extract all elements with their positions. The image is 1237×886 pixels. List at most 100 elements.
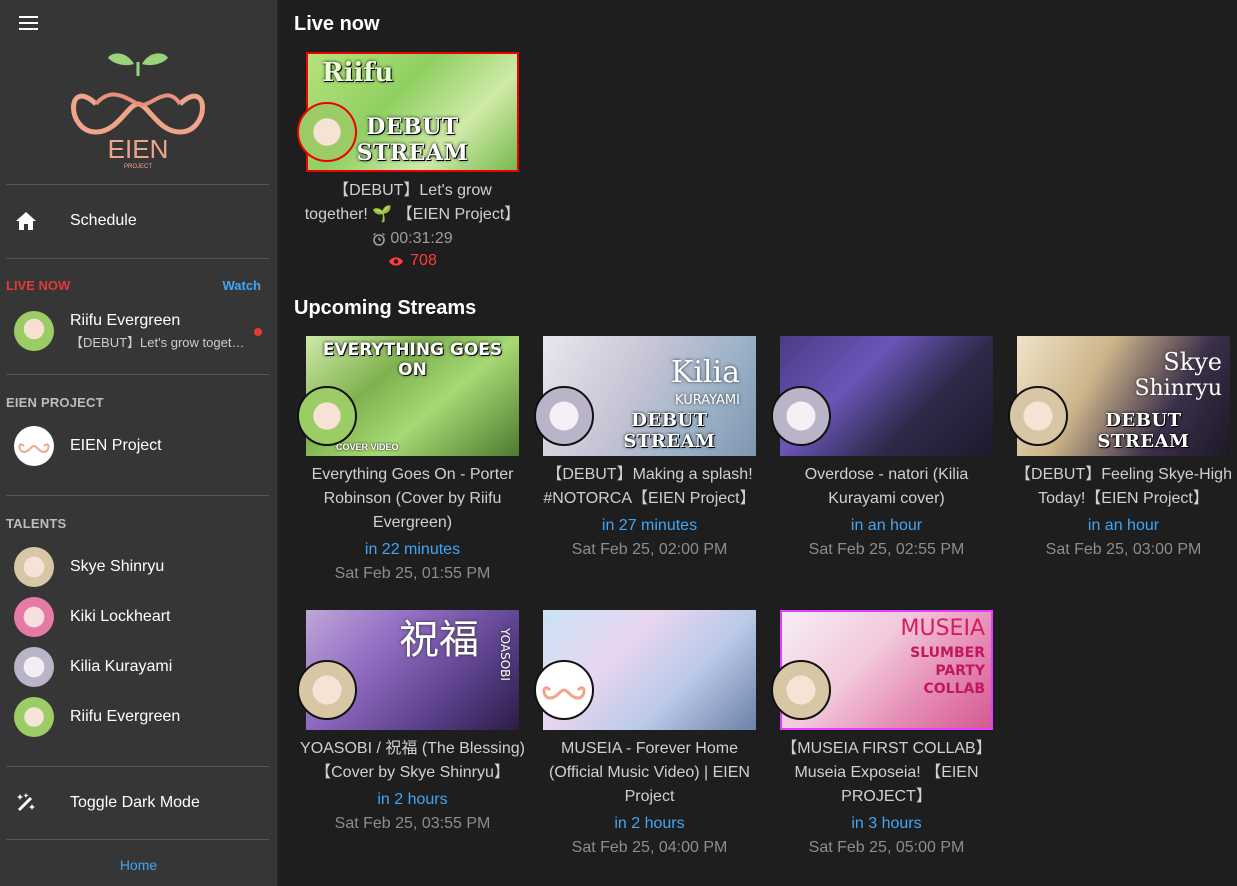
nav-schedule[interactable]: Schedule	[0, 197, 277, 245]
toggle-dark-mode[interactable]: Toggle Dark Mode	[0, 779, 277, 827]
stream-relative-time: in an hour	[850, 517, 923, 534]
sidebar-item-kilia-kurayami[interactable]: Kilia Kurayami	[0, 642, 277, 692]
upcoming-stream-card[interactable]: Overdose - natori (Kilia Kurayami cover)…	[768, 336, 1005, 562]
sidebar-item-label: Kilia Kurayami	[70, 658, 173, 675]
upcoming-stream-card[interactable]: Kilia KURAYAMI DEBUT STREAM 【DEBUT】Makin…	[531, 336, 768, 562]
stream-thumbnail[interactable]: Kilia KURAYAMI DEBUT STREAM	[534, 336, 756, 456]
watch-link[interactable]: Watch	[222, 278, 261, 293]
stream-date: Sat Feb 25, 05:00 PM	[808, 839, 965, 856]
avatar	[14, 697, 54, 737]
upcoming-stream-card[interactable]: Skye Shinryu DEBUT STREAM 【DEBUT】Feeling…	[1005, 336, 1237, 562]
stream-thumbnail[interactable]	[534, 610, 756, 730]
divider	[6, 258, 269, 259]
divider	[6, 374, 269, 375]
stream-thumbnail[interactable]: Skye Shinryu DEBUT STREAM	[1008, 336, 1230, 456]
stream-title: MUSEIA - Forever Home (Official Music Vi…	[549, 740, 750, 805]
live-channel-item[interactable]: Riifu Evergreen 【DEBUT】Let's grow togeth…	[0, 306, 277, 356]
live-now-title: Live now	[294, 13, 380, 35]
sidebar-item-label: Skye Shinryu	[70, 558, 165, 575]
duration-value: 00:31:29	[390, 230, 453, 247]
sidebar-item-label: Riifu Evergreen	[70, 708, 181, 725]
viewer-count-value: 708	[410, 252, 437, 269]
upcoming-stream-card[interactable]: EVERYTHING GOES ON COVER VIDEO Everythin…	[294, 336, 531, 586]
channel-avatar[interactable]	[534, 660, 594, 720]
stream-title: Overdose - natori (Kilia Kurayami cover)	[804, 466, 969, 507]
thumbnail-caption: DEBUT STREAM	[1097, 410, 1190, 452]
thumbnail-title: Riifu	[322, 58, 394, 88]
channel-avatar[interactable]	[1008, 386, 1068, 446]
sidebar-item-label: Kiki Lockheart	[70, 608, 171, 625]
upcoming-streams-title: Upcoming Streams	[294, 297, 477, 319]
thumbnail-caption: DEBUT STREAM	[623, 410, 716, 452]
upcoming-stream-card[interactable]: MUSEIA SLUMBER PARTY COLLAB 【MUSEIA FIRS…	[768, 610, 1005, 860]
live-stream-card[interactable]: Riifu DEBUT STREAM 【DEBUT】Let's grow tog…	[294, 52, 531, 270]
home-icon	[0, 211, 70, 231]
stream-date: Sat Feb 25, 04:00 PM	[571, 839, 728, 856]
stream-duration: 00:31:29	[294, 230, 531, 248]
stream-date: Sat Feb 25, 02:00 PM	[571, 541, 728, 558]
stream-thumbnail[interactable]: MUSEIA SLUMBER PARTY COLLAB	[771, 610, 993, 730]
stream-thumbnail[interactable]	[771, 336, 993, 456]
sidebar-item-kiki-lockheart[interactable]: Kiki Lockheart	[0, 592, 277, 642]
upcoming-stream-card[interactable]: MUSEIA - Forever Home (Official Music Vi…	[531, 610, 768, 860]
eye-icon	[389, 256, 404, 266]
stream-relative-time: in an hour	[1087, 517, 1160, 534]
logo-text: EIEN	[108, 134, 169, 164]
stream-title: 【DEBUT】Feeling Skye-High Today!【EIEN Pro…	[1015, 466, 1232, 507]
live-indicator-icon	[254, 328, 262, 336]
home-link[interactable]: Home	[0, 857, 277, 873]
channel-avatar[interactable]	[297, 102, 357, 162]
hamburger-menu-icon[interactable]	[14, 10, 44, 36]
channel-avatar[interactable]	[771, 660, 831, 720]
logo-subtext: PROJECT	[124, 164, 152, 170]
stream-title: Everything Goes On - Porter Robinson (Co…	[311, 466, 514, 531]
live-now-header: LIVE NOW	[6, 278, 71, 293]
sidebar-item-skye-shinryu[interactable]: Skye Shinryu	[0, 542, 277, 592]
upcoming-stream-card[interactable]: 祝福 YOASOBI YOASOBI / 祝福 (The Blessing)【C…	[294, 610, 531, 836]
nav-schedule-label: Schedule	[70, 212, 137, 229]
channel-avatar[interactable]	[534, 386, 594, 446]
sidebar-item-eien-project[interactable]: EIEN Project	[0, 421, 277, 471]
stream-relative-time: in 22 minutes	[364, 541, 461, 558]
thumbnail-side-subtitle: SLUMBER PARTY COLLAB	[910, 645, 985, 698]
eien-project-header: EIEN PROJECT	[6, 395, 104, 410]
thumbnail-side-subtitle: KURAYAMI	[675, 393, 740, 408]
avatar	[14, 597, 54, 637]
avatar	[14, 547, 54, 587]
stream-title: 【DEBUT】Making a splash! #NOTORCA【EIEN Pr…	[543, 466, 756, 507]
avatar	[14, 426, 54, 466]
thumbnail-side-subtitle: YOASOBI	[498, 628, 512, 681]
sidebar-item-riifu-evergreen[interactable]: Riifu Evergreen	[0, 692, 277, 742]
talents-header: TALENTS	[6, 516, 67, 531]
thumbnail-side-title: Kilia	[670, 355, 740, 390]
channel-avatar[interactable]	[297, 386, 357, 446]
divider	[6, 839, 269, 840]
sidebar: EIEN PROJECT Schedule LIVE NOW Watch Rii…	[0, 0, 278, 886]
stream-date: Sat Feb 25, 03:55 PM	[334, 815, 491, 832]
stream-relative-time: in 2 hours	[377, 791, 448, 808]
channel-avatar[interactable]	[297, 660, 357, 720]
stream-date: Sat Feb 25, 01:55 PM	[334, 565, 491, 582]
stream-thumbnail[interactable]: Riifu DEBUT STREAM	[297, 52, 519, 172]
live-channel-name: Riifu Evergreen	[70, 311, 181, 329]
app: EIEN PROJECT Schedule LIVE NOW Watch Rii…	[0, 0, 1237, 886]
magic-wand-icon	[0, 792, 70, 814]
stream-relative-time: in 3 hours	[851, 815, 922, 832]
thumbnail-title: EVERYTHING GOES ON	[322, 340, 503, 380]
thumbnail-side-title: Skye	[1163, 348, 1222, 376]
channel-avatar[interactable]	[771, 386, 831, 446]
live-channel-title: 【DEBUT】Let's grow together! 🌱 【EIEN Proj…	[70, 334, 246, 350]
divider	[6, 184, 269, 185]
divider	[6, 766, 269, 767]
stream-title: 【DEBUT】Let's grow together! 🌱 【EIEN Proj…	[304, 182, 521, 223]
avatar	[14, 647, 54, 687]
thumbnail-side-subtitle: Shinryu	[1134, 376, 1222, 401]
stream-relative-time: in 2 hours	[614, 815, 685, 832]
eien-logo: EIEN PROJECT	[56, 46, 220, 170]
thumbnail-side-title: MUSEIA	[900, 616, 986, 641]
stream-thumbnail[interactable]: EVERYTHING GOES ON COVER VIDEO	[297, 336, 519, 456]
thumbnail-side-title: 祝福	[399, 617, 479, 663]
stream-date: Sat Feb 25, 03:00 PM	[1045, 541, 1202, 558]
stream-thumbnail[interactable]: 祝福 YOASOBI	[297, 610, 519, 730]
alarm-clock-icon	[373, 232, 386, 246]
